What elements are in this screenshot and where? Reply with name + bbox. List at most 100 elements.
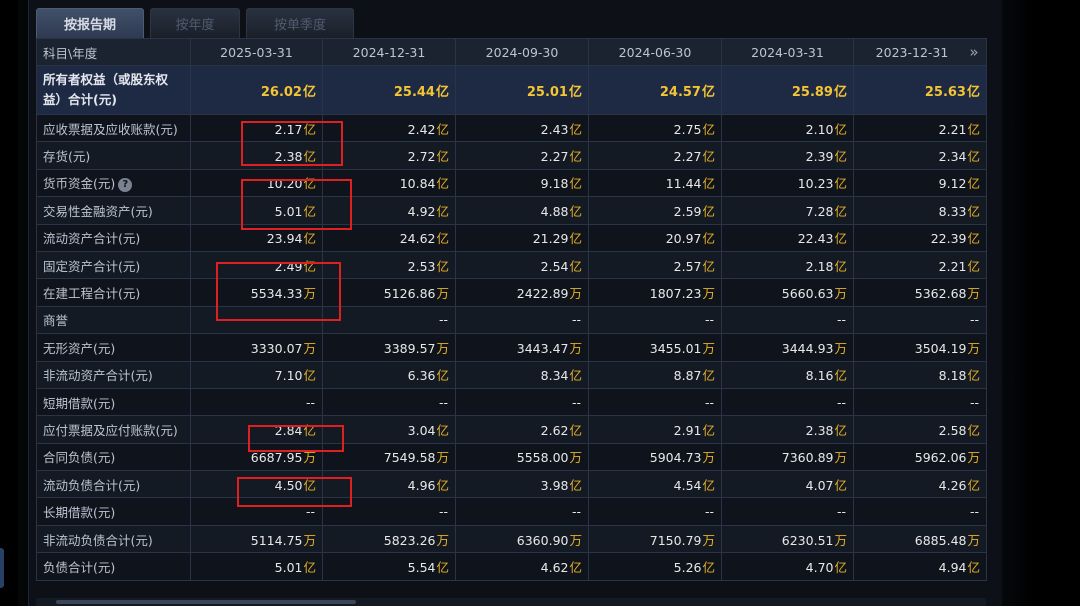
table-cell: 3504.19万 xyxy=(853,333,987,362)
row-label: 固定资产合计(元) xyxy=(36,250,191,280)
table-cell: 6360.90万 xyxy=(455,524,589,554)
table-cell: 23.94亿 xyxy=(190,223,323,252)
table-cell: 6.36亿 xyxy=(322,360,456,389)
table-cell: 22.43亿 xyxy=(721,223,854,252)
column-header[interactable]: 2024-09-30 xyxy=(455,38,589,66)
table-row: 合同负债(元) 6687.95万 7549.58万 5558.00万 5904.73万 7… xyxy=(36,442,987,472)
scrollbar-thumb[interactable] xyxy=(56,600,356,604)
table-cell: 3455.01万 xyxy=(588,333,722,362)
table-cell: 5.54亿 xyxy=(322,552,456,581)
horizontal-scrollbar[interactable] xyxy=(36,598,986,606)
table-row: 存货(元) 2.38亿 2.72亿 2.27亿 2.27亿 2.39亿 2.34亿 xyxy=(36,141,987,170)
table-row: 流动资产合计(元) 23.94亿 24.62亿 21.29亿 20.97亿 22.43亿 2… xyxy=(36,223,987,252)
table-cell: 8.34亿 xyxy=(455,360,589,389)
column-header[interactable]: 2025-03-31 xyxy=(190,38,323,66)
table-cell: 5962.06万 xyxy=(853,442,987,472)
table-row: 非流动资产合计(元) 7.10亿 6.36亿 8.34亿 8.87亿 8.16亿 8.18亿 xyxy=(36,360,987,389)
row-label: 所有者权益（或股东权益）合计(元) xyxy=(36,65,191,115)
table-cell: 2.57亿 xyxy=(588,250,722,280)
table-cell: 2.54亿 xyxy=(455,250,589,280)
table-cell: 25.01亿 xyxy=(455,65,589,115)
tab-by-quarter[interactable]: 按单季度 xyxy=(246,8,354,38)
table-cell: 5114.75万 xyxy=(190,524,323,554)
table-cell: 2.53亿 xyxy=(322,250,456,280)
table-cell: 4.70亿 xyxy=(721,552,854,581)
table-cell: 3330.07万 xyxy=(190,333,323,362)
column-header[interactable]: 2023-12-31 » xyxy=(853,38,987,66)
table-cell: 4.26亿 xyxy=(853,470,987,499)
table-cell: 5.26亿 xyxy=(588,552,722,581)
row-label: 无形资产(元) xyxy=(36,333,191,362)
table-row: 短期借款(元) -- -- -- -- -- -- xyxy=(36,387,987,417)
table-cell: -- xyxy=(588,497,722,526)
tab-by-report-period[interactable]: 按报告期 xyxy=(36,8,144,38)
row-label-text: 应付票据及应付账款(元) xyxy=(43,422,178,438)
table-cell: 10.20亿 xyxy=(190,168,323,198)
table-cell: 2.49亿 xyxy=(190,250,323,280)
column-header[interactable]: 2024-03-31 xyxy=(721,38,854,66)
row-label: 非流动负债合计(元) xyxy=(36,524,191,554)
table-row: 在建工程合计(元) 5534.33万 5126.86万 2422.89万 1807.23… xyxy=(36,278,987,307)
table-cell: 22.39亿 xyxy=(853,223,987,252)
left-edge-handle[interactable] xyxy=(0,548,4,588)
table-cell: 1807.23万 xyxy=(588,278,722,307)
row-label-text: 货币资金(元) xyxy=(43,176,116,192)
row-label-text: 固定资产合计(元) xyxy=(43,258,141,274)
table-cell: 5660.63万 xyxy=(721,278,854,307)
table-cell: -- xyxy=(455,305,589,335)
table-cell: 24.57亿 xyxy=(588,65,722,115)
table-cell: -- xyxy=(322,305,456,335)
table-cell: -- xyxy=(455,387,589,417)
row-label: 负债合计(元) xyxy=(36,552,191,581)
table-cell: 3.04亿 xyxy=(322,415,456,444)
row-label-text: 流动资产合计(元) xyxy=(43,231,141,247)
column-header-label: 2023-12-31 xyxy=(875,44,949,60)
question-mark-icon[interactable]: ? xyxy=(118,177,133,192)
table-cell: -- xyxy=(322,387,456,417)
row-label: 商誉 xyxy=(36,305,191,335)
column-header[interactable]: 2024-12-31 xyxy=(322,38,456,66)
row-label: 流动负债合计(元) xyxy=(36,470,191,499)
table-cell: 2.34亿 xyxy=(853,141,987,170)
table-cell: 8.87亿 xyxy=(588,360,722,389)
table-row: 交易性金融资产(元) 5.01亿 4.92亿 4.88亿 2.59亿 7.28亿 8.33亿 xyxy=(36,196,987,225)
left-black-strip xyxy=(0,0,18,606)
table-cell: -- xyxy=(190,387,323,417)
table-cell: 2.84亿 xyxy=(190,415,323,444)
tab-by-year[interactable]: 按年度 xyxy=(150,8,240,38)
table-cell: 5823.26万 xyxy=(322,524,456,554)
row-label: 交易性金融资产(元) xyxy=(36,196,191,225)
table-row: 流动负债合计(元) 4.50亿 4.96亿 3.98亿 4.54亿 4.07亿 4.26亿 xyxy=(36,470,987,499)
table-cell: 2.38亿 xyxy=(190,141,323,170)
double-chevron-right-icon[interactable]: » xyxy=(966,43,982,61)
row-label: 应收票据及应收账款(元) xyxy=(36,113,191,143)
table-cell: 25.63亿 xyxy=(853,65,987,115)
row-label: 流动资产合计(元) xyxy=(36,223,191,252)
row-label-text: 在建工程合计(元) xyxy=(43,286,141,302)
table-cell: 5.01亿 xyxy=(190,552,323,581)
table-cell: 25.89亿 xyxy=(721,65,854,115)
table-cell: -- xyxy=(721,387,854,417)
table-cell: 4.94亿 xyxy=(853,552,987,581)
table-cell: 3389.57万 xyxy=(322,333,456,362)
table-cell: 7549.58万 xyxy=(322,442,456,472)
table-cell: 4.50亿 xyxy=(190,470,323,499)
table-cell: -- xyxy=(853,387,987,417)
table-cell: 4.62亿 xyxy=(455,552,589,581)
table-cell: 24.62亿 xyxy=(322,223,456,252)
table-cell: 7.28亿 xyxy=(721,196,854,225)
table-cell: 5.01亿 xyxy=(190,196,323,225)
table-cell: 2.38亿 xyxy=(721,415,854,444)
row-label: 短期借款(元) xyxy=(36,387,191,417)
table-row: 负债合计(元) 5.01亿 5.54亿 4.62亿 5.26亿 4.70亿 4.94亿 xyxy=(36,552,987,581)
row-label-text: 非流动资产合计(元) xyxy=(43,368,153,384)
screen: 按报告期 按年度 按单季度 科目\年度 2025-03-31 2024-12-3… xyxy=(0,0,1080,606)
table-cell: 2.42亿 xyxy=(322,113,456,143)
table-cell: 2.21亿 xyxy=(853,250,987,280)
table-cell: 2422.89万 xyxy=(455,278,589,307)
table-cell: 8.16亿 xyxy=(721,360,854,389)
table-cell: -- xyxy=(721,497,854,526)
column-header[interactable]: 2024-06-30 xyxy=(588,38,722,66)
report-period-tabs: 按报告期 按年度 按单季度 xyxy=(36,8,354,38)
table-cell: 9.18亿 xyxy=(455,168,589,198)
